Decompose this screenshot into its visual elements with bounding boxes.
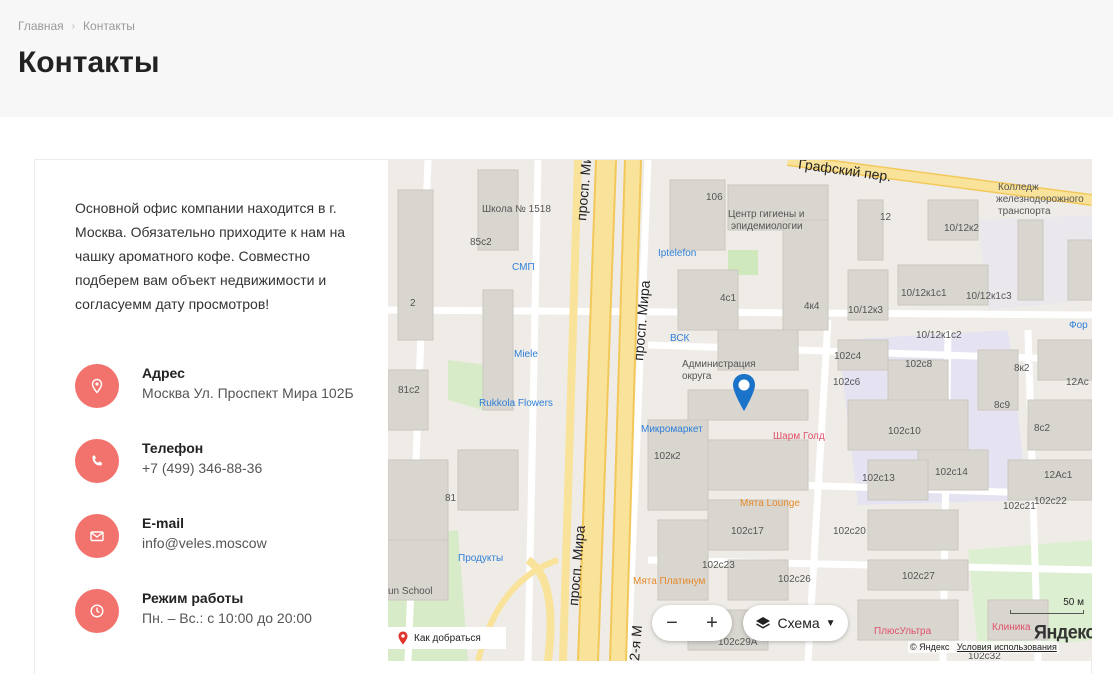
map-label: 12Ас — [1066, 377, 1089, 388]
map-road-label: 2-я М — [626, 624, 646, 661]
intro-text: Основной офис компании находится в г. Мо… — [75, 200, 346, 312]
route-label: Как добраться — [414, 632, 481, 644]
map-label: 102с14 — [935, 467, 968, 478]
map-label: 85с2 — [470, 237, 492, 248]
map-label: 81с2 — [398, 385, 420, 396]
envelope-icon — [75, 514, 119, 558]
map-label: 102с26 — [778, 574, 811, 585]
map-label: 102с27 — [902, 571, 935, 582]
map-poi-label[interactable]: Rukkola Flowers — [479, 398, 553, 409]
map-label: железнодорожного — [996, 194, 1084, 205]
location-pin-icon — [75, 364, 119, 408]
address-label: Адрес — [142, 365, 185, 381]
map-label: 10/12к1с2 — [916, 330, 962, 341]
map-label: 102с23 — [702, 560, 735, 571]
map-label: 102с4 — [834, 351, 862, 362]
map-poi-label[interactable]: Шарм Голд — [773, 431, 825, 442]
map-label: Администрация — [682, 359, 756, 370]
map-poi-label[interactable]: Мята Платинум — [633, 576, 705, 587]
contacts-card: Основной офис компании находится в г. Мо… — [34, 159, 1092, 674]
map-poi-label[interactable]: Продукты — [458, 553, 503, 564]
hours-value: Пн. – Вс.: с 10:00 до 20:00 — [142, 610, 312, 626]
map-label: округа — [682, 371, 712, 382]
map-label: 12Ас1 — [1044, 470, 1073, 481]
map-label: 102с22 — [1034, 496, 1067, 507]
map-label: Колледж — [998, 182, 1039, 193]
route-button[interactable]: Как добраться — [388, 627, 506, 649]
map-poi-label[interactable]: Iptelefon — [658, 248, 696, 259]
clock-icon — [75, 589, 119, 633]
map-label: 102с21 — [1003, 501, 1036, 512]
page-header: Главная › Контакты Контакты — [0, 0, 1113, 117]
map-label: эпидемиологии — [731, 221, 803, 232]
email-value[interactable]: info@veles.moscow — [142, 533, 357, 554]
map-label: 10/12к3 — [848, 305, 883, 316]
map-label: 12 — [880, 212, 892, 223]
phone-value[interactable]: +7 (499) 346-88-36 — [142, 458, 357, 479]
map-label: Школа № 1518 — [482, 204, 551, 215]
map-label: 2 — [410, 298, 416, 309]
map-label: 8к2 — [1014, 363, 1030, 374]
map-label: 10/12к2 — [944, 223, 979, 234]
map-poi-label[interactable]: Микромаркет — [641, 424, 703, 435]
map-label: 10/12к1с3 — [966, 291, 1012, 302]
map-label: 102с10 — [888, 426, 921, 437]
chevron-down-icon: ▼ — [825, 617, 836, 629]
map-label: Центр гигиены и — [728, 209, 805, 220]
map-scale-label: 50 м — [1063, 597, 1084, 608]
map-poi-label[interactable]: Miele — [514, 349, 538, 360]
phone-item: Телефон +7 (499) 346-88-36 — [75, 439, 357, 483]
map-label: 102с17 — [731, 526, 764, 537]
map-label: 102с6 — [833, 377, 861, 388]
map-label: 102с8 — [905, 359, 933, 370]
phone-label: Телефон — [142, 440, 204, 456]
contact-info: Основной офис компании находится в г. Мо… — [75, 196, 365, 633]
page-title: Контакты — [18, 46, 160, 79]
layers-icon — [756, 617, 771, 629]
map-label: un School — [388, 586, 433, 597]
breadcrumb: Главная › Контакты — [18, 19, 135, 33]
breadcrumb-home-link[interactable]: Главная — [18, 19, 64, 33]
map-label: 81 — [445, 493, 457, 504]
map-label: 106 — [706, 192, 723, 203]
map-type-button[interactable]: Схема ▼ — [743, 605, 848, 641]
map-label: 4к4 — [804, 301, 820, 312]
map-label: 4с1 — [720, 293, 737, 304]
map-copyright: © Яндекс Условия использования — [908, 641, 1059, 653]
map-label: транспорта — [998, 206, 1051, 217]
map-zoom-control: − + — [652, 605, 732, 641]
map-poi-label[interactable]: Клиника — [992, 622, 1031, 633]
map-marker-icon[interactable] — [731, 373, 757, 418]
phone-icon — [75, 439, 119, 483]
route-pin-icon — [398, 631, 408, 645]
map-poi-label[interactable]: ВСК — [670, 333, 689, 344]
map-label: 8с2 — [1034, 423, 1051, 434]
address-value: Москва Ул. Проспект Мира 102Б — [142, 385, 354, 401]
email-label: E-mail — [142, 515, 185, 531]
map-poi-label[interactable]: Мята Lounge — [740, 498, 800, 509]
map-label: 10/12к1с1 — [901, 288, 947, 299]
hours-item: Режим работы Пн. – Вс.: с 10:00 до 20:00 — [75, 589, 357, 633]
breadcrumb-separator-icon: › — [71, 20, 76, 32]
address-item: Адрес Москва Ул. Проспект Мира 102Б — [75, 364, 357, 408]
map-label: 102с20 — [833, 526, 866, 537]
map-poi-label[interactable]: ПлюсУльтра — [874, 626, 931, 637]
map-poi-label[interactable]: СМП — [512, 262, 535, 273]
map-label: 102к2 — [654, 451, 681, 462]
map-label: 102с13 — [862, 473, 895, 484]
terms-link[interactable]: Условия использования — [957, 642, 1057, 652]
yandex-map[interactable]: Графский пер. просп. Мира просп. Мира пр… — [388, 160, 1092, 661]
zoom-in-button[interactable]: + — [697, 612, 727, 635]
map-poi-label[interactable]: Фор — [1069, 320, 1088, 331]
map-type-label: Схема — [777, 615, 820, 631]
map-label: 8с9 — [994, 400, 1011, 411]
hours-label: Режим работы — [142, 590, 244, 606]
copyright-text: © Яндекс — [910, 642, 950, 652]
zoom-out-button[interactable]: − — [657, 612, 687, 635]
map-scale-bar — [1010, 610, 1084, 614]
email-item: E-mail info@veles.moscow — [75, 514, 357, 558]
breadcrumb-current: Контакты — [83, 19, 135, 33]
